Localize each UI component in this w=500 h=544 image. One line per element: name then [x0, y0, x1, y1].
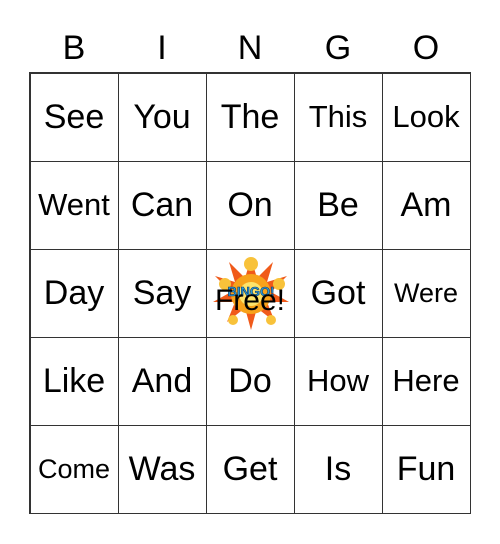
header-letter: N	[237, 29, 263, 67]
bingo-header: B I N G O	[30, 26, 470, 70]
header-letter: I	[157, 29, 167, 67]
bingo-cell[interactable]: Went	[29, 160, 119, 250]
bingo-cell[interactable]: Am	[381, 160, 471, 250]
header-letter: B	[62, 29, 86, 67]
bingo-cell[interactable]: You	[117, 72, 207, 162]
bingo-cell[interactable]: Say	[117, 248, 207, 338]
free-space-cell[interactable]: BINGO! Free!	[205, 248, 295, 338]
bingo-cell[interactable]: Get	[205, 424, 295, 514]
bingo-cell[interactable]: And	[117, 336, 207, 426]
bingo-cell[interactable]: This	[293, 72, 383, 162]
bingo-cell[interactable]: How	[293, 336, 383, 426]
header-letter: G	[324, 29, 352, 67]
bingo-cell[interactable]: Was	[117, 424, 207, 514]
bingo-cell[interactable]: On	[205, 160, 295, 250]
bingo-cell[interactable]: Be	[293, 160, 383, 250]
bingo-cell[interactable]: Fun	[381, 424, 471, 514]
bingo-cell[interactable]: Is	[293, 424, 383, 514]
bingo-cell[interactable]: Do	[205, 336, 295, 426]
bingo-cell[interactable]: Like	[29, 336, 119, 426]
bingo-cell[interactable]: See	[29, 72, 119, 162]
bingo-cell[interactable]: Got	[293, 248, 383, 338]
bingo-cell[interactable]: Come	[29, 424, 119, 514]
bingo-cell[interactable]: Look	[381, 72, 471, 162]
header-letter: O	[412, 29, 440, 67]
bingo-cell[interactable]: Can	[117, 160, 207, 250]
bingo-cell[interactable]: Day	[29, 248, 119, 338]
bingo-cell[interactable]: The	[205, 72, 295, 162]
free-space-label: Free!	[214, 284, 286, 317]
bingo-cell[interactable]: Were	[381, 248, 471, 338]
bingo-card: See You The This Look Went Can On Be Am Day Say BING…	[29, 72, 471, 514]
bingo-cell[interactable]: Here	[381, 336, 471, 426]
